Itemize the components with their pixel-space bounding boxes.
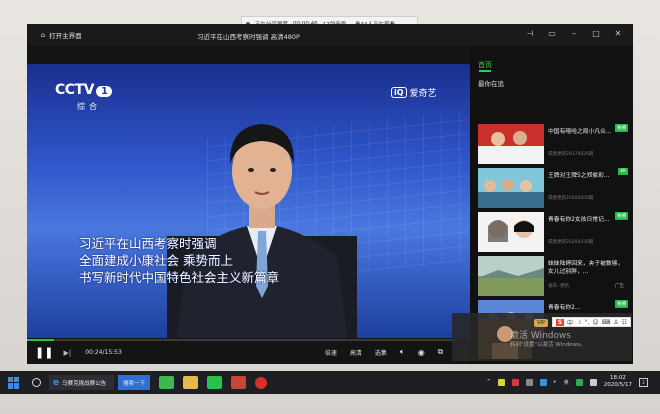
app-red-icon[interactable] bbox=[255, 376, 267, 389]
cortana-search-icon[interactable] bbox=[32, 378, 41, 387]
taskbar-search-box[interactable]: 搜索一下 bbox=[118, 375, 150, 390]
clock-time: 18:02 bbox=[609, 375, 626, 381]
subtitle-line: 全面建成小康社会 乘势而上 bbox=[79, 253, 233, 268]
feed-meta: 或者更新20200430期 bbox=[548, 240, 594, 245]
episodes-button[interactable]: 选集 bbox=[375, 348, 387, 357]
system-tray: ^ 🔈︎ 英 18:02 2020/5/17 2 bbox=[487, 375, 648, 389]
punctuation-icon: °, bbox=[584, 318, 590, 326]
ie-icon: e bbox=[53, 377, 60, 388]
activation-title: 激活 Windows bbox=[510, 331, 572, 341]
iqiyi-app-icon[interactable] bbox=[207, 376, 222, 389]
tray-arrow-icon[interactable]: ^ bbox=[487, 379, 491, 385]
feed-item[interactable]: 独播 青春有你2女孩日常记... 或者更新20200430期 bbox=[478, 212, 628, 254]
platform-logo: iQ 爱奇艺 bbox=[391, 86, 437, 99]
taskbar-ie-window[interactable]: e 马赛克挑战赛公告 bbox=[49, 375, 114, 390]
feed-title: 青春有你2女孩日常记... bbox=[548, 217, 610, 223]
pin-icon[interactable]: ⊣ bbox=[525, 29, 535, 38]
subtitle-line: 习近平在山西考察时强调 bbox=[79, 236, 217, 251]
restore-icon[interactable]: ▭ bbox=[547, 29, 557, 38]
sogou-icon: S bbox=[556, 318, 564, 326]
tray-ime-icon[interactable]: 英 bbox=[564, 379, 569, 386]
feed-title: 王牌对王牌5之郑俊彩... bbox=[548, 173, 610, 179]
channel-subtitle: 综合 bbox=[77, 102, 101, 111]
close-icon[interactable]: ✕ bbox=[613, 29, 623, 38]
feed-meta: 或者更新20170826期 bbox=[548, 152, 594, 157]
clock-date: 2020/5/17 bbox=[603, 382, 632, 388]
emoji-icon: ☺ bbox=[592, 318, 599, 326]
feed-title: 妹妹陆婷回来，夹子被数够，女儿过别胖，... bbox=[548, 261, 624, 275]
speed-button[interactable]: 倍速 bbox=[325, 348, 337, 357]
tab-home[interactable]: 首页 bbox=[478, 60, 492, 70]
minimize-icon[interactable]: – bbox=[569, 29, 579, 38]
feed-thumbnail bbox=[478, 124, 544, 164]
volume-icon[interactable]: 🔈︎ bbox=[400, 347, 405, 357]
tray-network-icon[interactable] bbox=[539, 378, 547, 386]
channel-number: 1 bbox=[95, 86, 113, 97]
taskbar-search-label: 搜索一下 bbox=[122, 380, 145, 387]
pip-icon[interactable]: ⧉ bbox=[438, 347, 444, 357]
player-titlebar: ⌂ 打开主界面 习近平在山西考察时强调 高清480P ⊣ ▭ – □ ✕ bbox=[27, 24, 633, 46]
player-controls: ❚❚ ▶| 00:24/15:53 倍速 高清 选集 🔈︎ ◉ ⧉ ⛶ bbox=[27, 341, 470, 364]
notification-center-icon[interactable]: 2 bbox=[639, 377, 648, 387]
keyboard-icon: ⌨ bbox=[601, 318, 611, 326]
open-home-label: 打开主界面 bbox=[49, 32, 82, 40]
wechat-app-icon[interactable] bbox=[159, 376, 174, 389]
open-home-button[interactable]: ⌂ 打开主界面 bbox=[41, 30, 82, 40]
ime-mode: 中 bbox=[567, 319, 574, 327]
windows-start-icon[interactable] bbox=[8, 376, 20, 389]
windows-activation-watermark: 激活 Windows 转到"设置"以激活 Windows。 bbox=[510, 331, 585, 349]
playback-time: 00:24/15:53 bbox=[85, 349, 122, 356]
taskbar-clock[interactable]: 18:02 2020/5/17 bbox=[604, 375, 632, 389]
video-title: 习近平在山西考察时强调 高清480P bbox=[197, 33, 300, 41]
tray-wechat-icon[interactable] bbox=[575, 378, 583, 386]
news-anchor-figure bbox=[167, 124, 357, 338]
menu-icon: ☷ bbox=[621, 318, 628, 326]
window-controls: ⊣ ▭ – □ ✕ bbox=[525, 29, 623, 38]
feed-item[interactable]: 妹妹陆婷回来，夹子被数够，女儿过别胖，... 发布:·更新 广告 bbox=[478, 256, 628, 298]
pause-button[interactable]: ❚❚ bbox=[35, 346, 53, 359]
tray-mic-icon[interactable] bbox=[511, 378, 519, 386]
tray-battery-icon[interactable] bbox=[525, 378, 533, 386]
feed-item[interactable]: 独播 中国有嘻哈之局小凡众... 或者更新20170826期 bbox=[478, 124, 628, 166]
next-episode-button[interactable]: ▶| bbox=[63, 349, 71, 357]
tab-underline bbox=[479, 70, 491, 72]
video-area[interactable]: CCTV 1 综合 iQ 爱奇艺 习近平在山西考察时强调 全面建成小康社会 乘势而… bbox=[27, 64, 470, 338]
iqiyi-icon: iQ bbox=[391, 87, 407, 98]
ime-toolbar[interactable]: S 中 ☽ °, ☺ ⌨ ♙ ☷ bbox=[552, 317, 632, 327]
taskbar-ie-label: 马赛克挑战赛公告 bbox=[62, 380, 107, 387]
subtitle-line: 书写新时代中国特色社会主义新篇章 bbox=[79, 270, 280, 285]
platform-logo-text: 爱奇艺 bbox=[409, 89, 437, 99]
moon-icon: ☽ bbox=[576, 318, 582, 326]
channel-logo: CCTV 1 bbox=[55, 82, 113, 98]
tray-app-icon[interactable] bbox=[497, 378, 505, 386]
activation-subtitle: 转到"设置"以激活 Windows。 bbox=[510, 342, 586, 348]
video-subtitles: 习近平在山西考察时强调 全面建成小康社会 乘势而上 书写新时代中国特色社会主义新… bbox=[79, 235, 279, 286]
feed-meta: 或者更新20200508期 bbox=[548, 196, 594, 201]
powerpoint-icon[interactable] bbox=[231, 376, 246, 389]
windows-taskbar: e 马赛克挑战赛公告 搜索一下 ^ 🔈︎ 英 18:02 2020/5/17 2 bbox=[0, 371, 660, 394]
feed-thumbnail bbox=[478, 212, 544, 252]
panel-heading: 最你在追 bbox=[478, 80, 504, 88]
quality-button[interactable]: 高清 bbox=[350, 348, 362, 357]
channel-logo-text: CCTV bbox=[55, 82, 94, 98]
player-controls-right: 倍速 高清 选集 🔈︎ ◉ ⧉ ⛶ bbox=[325, 347, 462, 357]
tray-cloud-icon[interactable] bbox=[589, 378, 597, 386]
home-icon: ⌂ bbox=[41, 31, 46, 39]
feed-thumbnail bbox=[478, 256, 544, 296]
feed-item[interactable]: 4K 王牌对王牌5之郑俊彩... 或者更新20200508期 bbox=[478, 168, 628, 210]
user-icon: ♙ bbox=[613, 318, 619, 326]
record-icon[interactable]: ◉ bbox=[418, 348, 425, 357]
feed-title: 中国有嘻哈之局小凡众... bbox=[548, 129, 612, 135]
vip-badge: VIP bbox=[534, 319, 548, 327]
maximize-icon[interactable]: □ bbox=[591, 29, 601, 38]
feed-thumbnail bbox=[478, 168, 544, 208]
file-explorer-icon[interactable] bbox=[183, 376, 198, 389]
tray-volume-icon[interactable]: 🔈︎ bbox=[554, 379, 557, 385]
ad-tag: 广告 bbox=[615, 284, 624, 289]
